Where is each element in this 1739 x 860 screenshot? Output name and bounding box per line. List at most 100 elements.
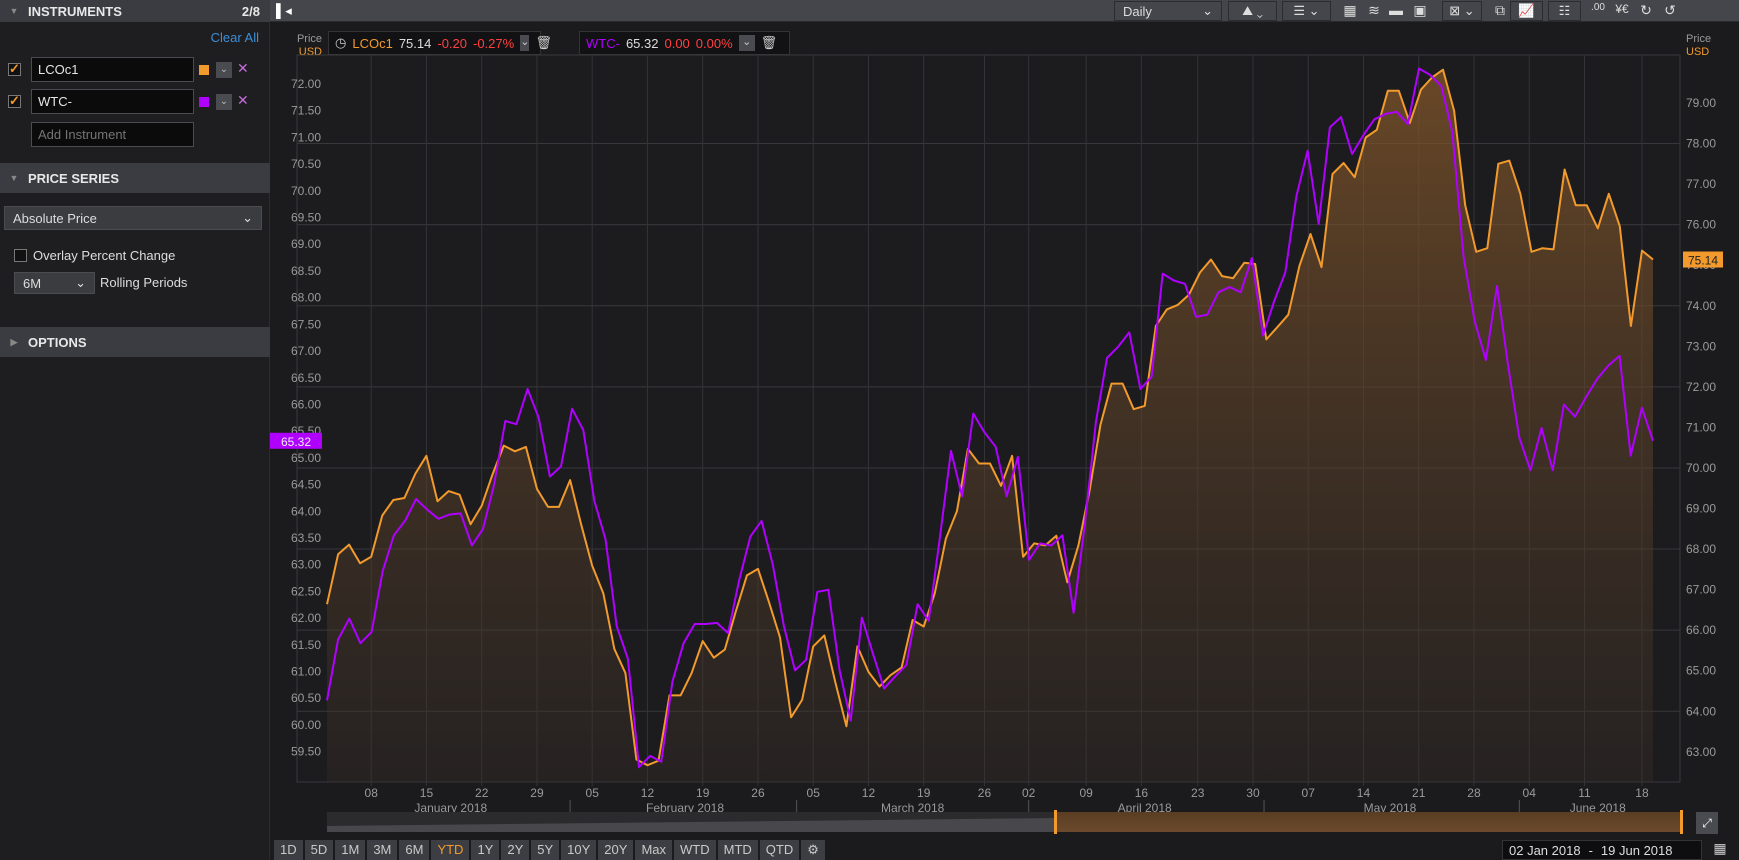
- overlay-percent-checkbox[interactable]: [14, 249, 27, 262]
- month-label: February 2018: [646, 801, 724, 815]
- x-tick-label: 29: [530, 786, 544, 800]
- expand-triangle-icon: ▶: [10, 336, 18, 347]
- overlay-percent-label: Overlay Percent Change: [33, 248, 176, 263]
- legend-lcoc1: ◷ LCOc1 75.14 -0.20 -0.27% ⌄ 🗑: [328, 31, 552, 55]
- period-button-ytd[interactable]: YTD: [431, 840, 470, 860]
- period-button-6m[interactable]: 6M: [399, 840, 430, 860]
- color-swatch[interactable]: [199, 65, 209, 75]
- left-axis-tick: 61.00: [291, 665, 321, 679]
- list-button[interactable]: ☰ ⌄: [1282, 1, 1331, 21]
- period-button-10y[interactable]: 10Y: [561, 840, 597, 860]
- left-axis-tick: 65.00: [291, 451, 321, 465]
- price-series-header[interactable]: ▼ PRICE SERIES: [0, 163, 270, 193]
- x-tick-label: 19: [696, 786, 710, 800]
- date-range-field[interactable]: 02 Jan 2018 - 19 Jun 2018: [1502, 840, 1702, 860]
- period-button-2y[interactable]: 2Y: [501, 840, 530, 860]
- last-price-tag-label: 75.14: [1688, 254, 1718, 268]
- left-axis-tick: 60.50: [291, 691, 321, 705]
- series-line-lcoc1: [326, 68, 1654, 767]
- save-icon[interactable]: ▣: [1410, 2, 1430, 19]
- excel-button[interactable]: ⊠ ⌄: [1442, 1, 1482, 21]
- interval-select[interactable]: Daily ⌄: [1114, 1, 1222, 21]
- x-tick-label: 12: [641, 786, 655, 800]
- instrument-checkbox[interactable]: [8, 61, 21, 77]
- left-axis-tick: 68.00: [291, 291, 321, 305]
- navigator-reset-icon[interactable]: ⤢: [1696, 812, 1718, 834]
- x-tick-label: 30: [1246, 786, 1260, 800]
- navigator-track: [327, 812, 1680, 832]
- period-button-1d[interactable]: 1D: [274, 840, 303, 860]
- instrument-row-wtc: WTC- ⌄ ✕: [0, 89, 270, 115]
- right-axis-tick: 66.00: [1686, 623, 1716, 637]
- right-axis-tick: 69.00: [1686, 502, 1716, 516]
- chevron-down-icon[interactable]: ⌄: [216, 94, 232, 110]
- period-button-max[interactable]: Max: [635, 840, 672, 860]
- period-button-5d[interactable]: 5D: [304, 840, 334, 860]
- trash-icon[interactable]: 🗑: [761, 35, 778, 51]
- period-button-qtd[interactable]: QTD: [759, 840, 800, 860]
- period-button-1y[interactable]: 1Y: [471, 840, 500, 860]
- clock-icon: ◷: [335, 35, 347, 50]
- left-axis-tick: 61.50: [291, 638, 321, 652]
- instrument-checkbox[interactable]: [8, 93, 21, 109]
- decimals-icon[interactable]: .00: [1588, 2, 1608, 13]
- instrument-input[interactable]: WTC-: [31, 89, 194, 114]
- period-button-5y[interactable]: 5Y: [531, 840, 560, 860]
- chevron-down-icon: ⌄: [1202, 3, 1213, 18]
- period-button-20y[interactable]: 20Y: [598, 840, 634, 860]
- chart-type-icon: ⛰ ⌄: [1242, 3, 1263, 18]
- period-button-1m[interactable]: 1M: [335, 840, 366, 860]
- collapse-sidebar-icon[interactable]: ▌◂: [276, 3, 292, 19]
- folder-icon[interactable]: ▬: [1386, 2, 1406, 18]
- period-button-mtd[interactable]: MTD: [717, 840, 758, 860]
- month-label: January 2018: [414, 801, 487, 815]
- chevron-down-icon[interactable]: ⌄: [738, 35, 755, 51]
- navigator-handle-right: [1680, 810, 1683, 834]
- settings-gear-icon[interactable]: ⚙: [801, 840, 825, 860]
- right-axis-currency: USD: [1686, 46, 1710, 58]
- x-tick-label: 14: [1357, 786, 1371, 800]
- x-tick-label: 05: [807, 786, 821, 800]
- date-range-separator: -: [1588, 842, 1593, 858]
- remove-icon[interactable]: ✕: [237, 92, 249, 109]
- right-axis-tick: 76.00: [1686, 218, 1716, 232]
- instruments-header[interactable]: ▼ INSTRUMENTS 2/8: [0, 0, 270, 22]
- clear-all-link[interactable]: Clear All: [211, 30, 259, 45]
- options-header[interactable]: ▶ OPTIONS: [0, 327, 270, 357]
- history-icon[interactable]: ↺: [1660, 2, 1680, 19]
- left-axis-tick: 64.00: [291, 504, 321, 518]
- right-axis-tick: 72.00: [1686, 380, 1716, 394]
- x-tick-label: 07: [1302, 786, 1316, 800]
- instrument-row-lcoc1: LCOc1 ⌄ ✕: [0, 57, 270, 83]
- legend-last: 75.14: [398, 35, 432, 51]
- instrument-input[interactable]: LCOc1: [31, 57, 194, 82]
- chevron-down-icon[interactable]: ⌄: [520, 35, 530, 51]
- rolling-periods-label: Rolling Periods: [100, 275, 188, 290]
- copy-icon[interactable]: ⧉: [1490, 2, 1510, 19]
- rolling-period-select[interactable]: 6M ⌄: [14, 272, 95, 294]
- left-axis-tick: 60.00: [291, 718, 321, 732]
- refresh-icon[interactable]: ↻: [1636, 2, 1656, 19]
- chart-export-button[interactable]: 📈: [1510, 1, 1543, 21]
- chart-type-button[interactable]: ⛰ ⌄: [1228, 1, 1277, 21]
- left-axis-tick: 63.50: [291, 531, 321, 545]
- add-instrument-input[interactable]: [31, 122, 194, 147]
- legend-ric: LCOc1: [352, 35, 393, 51]
- price-type-select[interactable]: Absolute Price ⌄: [4, 206, 262, 230]
- x-tick-label: 19: [917, 786, 931, 800]
- chevron-down-icon[interactable]: ⌄: [216, 62, 232, 78]
- legend-wtc: WTC- 65.32 0.00 0.00% ⌄ 🗑: [579, 31, 790, 55]
- calendar-icon[interactable]: ▦: [1710, 840, 1730, 860]
- period-button-wtd[interactable]: WTD: [674, 840, 716, 860]
- color-swatch[interactable]: [199, 97, 209, 107]
- compare-icon[interactable]: ▦: [1340, 2, 1360, 19]
- left-axis-tick: 72.00: [291, 77, 321, 91]
- studies-icon[interactable]: ≋: [1364, 2, 1384, 19]
- grid-button[interactable]: ☷: [1548, 1, 1581, 21]
- x-tick-label: 15: [420, 786, 434, 800]
- remove-icon[interactable]: ✕: [237, 60, 249, 77]
- currency-icon[interactable]: ¥€: [1612, 2, 1632, 16]
- trash-icon[interactable]: 🗑: [535, 35, 552, 51]
- period-button-3m[interactable]: 3M: [367, 840, 398, 860]
- right-axis-tick: 67.00: [1686, 583, 1716, 597]
